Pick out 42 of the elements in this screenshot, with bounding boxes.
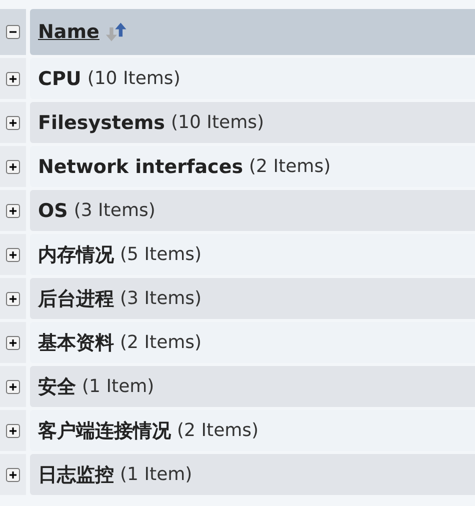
item-count: (10 Items) — [170, 112, 264, 133]
group-name: 内存情况 — [38, 242, 114, 268]
expand-icon[interactable] — [6, 380, 20, 394]
group-row[interactable]: 内存情况 (5 Items) — [30, 234, 475, 275]
group-name: OS — [38, 200, 68, 222]
group-name: 客户端连接情况 — [38, 418, 171, 444]
group-row[interactable]: 日志监控 (1 Item) — [30, 454, 475, 495]
group-name: 日志监控 — [38, 462, 114, 488]
expand-icon[interactable] — [6, 72, 20, 86]
group-row[interactable]: CPU (10 Items) — [30, 58, 475, 99]
item-count: (3 Items) — [74, 200, 156, 221]
group-name: 后台进程 — [38, 286, 114, 312]
item-count: (3 Items) — [120, 288, 202, 309]
collapse-icon[interactable] — [6, 25, 20, 39]
expand-icon[interactable] — [6, 204, 20, 218]
expand-icon[interactable] — [6, 116, 20, 130]
column-header[interactable]: Name — [38, 21, 100, 43]
expand-icon[interactable] — [6, 248, 20, 262]
item-count: (5 Items) — [120, 244, 202, 265]
expand-icon[interactable] — [6, 468, 20, 482]
item-count: (1 Item) — [120, 464, 192, 485]
group-row[interactable]: OS (3 Items) — [30, 190, 475, 231]
item-count: (2 Items) — [249, 156, 331, 177]
item-count: (1 Item) — [82, 376, 154, 397]
group-row[interactable]: 后台进程 (3 Items) — [30, 278, 475, 319]
group-name: CPU — [38, 68, 82, 90]
group-name: Filesystems — [38, 112, 165, 134]
group-row[interactable]: 基本资料 (2 Items) — [30, 322, 475, 363]
group-row[interactable]: Network interfaces (2 Items) — [30, 146, 475, 187]
item-count: (2 Items) — [177, 420, 259, 441]
item-count: (2 Items) — [120, 332, 202, 353]
group-row[interactable]: Filesystems (10 Items) — [30, 102, 475, 143]
expand-icon[interactable] — [6, 292, 20, 306]
group-name: 安全 — [38, 374, 76, 400]
group-name: 基本资料 — [38, 330, 114, 356]
expand-icon[interactable] — [6, 336, 20, 350]
item-count: (10 Items) — [87, 68, 180, 89]
group-row[interactable]: 安全 (1 Item) — [30, 366, 475, 407]
group-name: Network interfaces — [38, 156, 244, 178]
group-row[interactable]: 客户端连接情况 (2 Items) — [30, 410, 475, 451]
expand-icon[interactable] — [6, 424, 20, 438]
expand-icon[interactable] — [6, 160, 20, 174]
